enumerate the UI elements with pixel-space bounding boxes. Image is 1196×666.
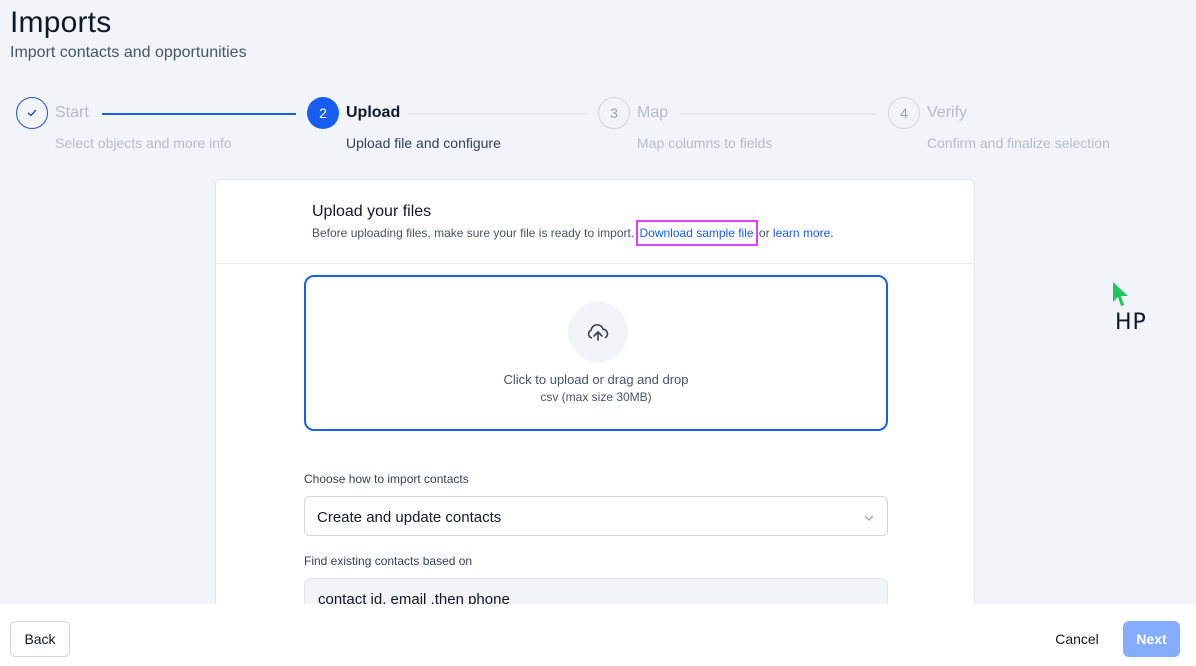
- highlight-box: Download sample file: [635, 220, 758, 246]
- import-mode-select[interactable]: Create and update contacts: [304, 496, 888, 536]
- cancel-button[interactable]: Cancel: [1049, 621, 1105, 657]
- import-mode-label: Choose how to import contacts: [304, 472, 469, 486]
- step-description: Map columns to fields: [637, 135, 773, 151]
- dropzone-instructions: Click to upload or drag and drop: [503, 372, 689, 387]
- card-title: Upload your files: [312, 203, 432, 220]
- learn-more-link[interactable]: learn more: [773, 226, 830, 240]
- next-button[interactable]: Next: [1123, 621, 1180, 657]
- upload-cloud-icon: [568, 302, 628, 362]
- page-header: Imports Import contacts and opportunitie…: [10, 6, 247, 62]
- step-number: 2: [307, 97, 339, 129]
- step-description: Upload file and configure: [346, 135, 501, 151]
- step-title: Upload: [346, 104, 401, 121]
- upload-card: Upload your files Before uploading files…: [215, 179, 975, 609]
- step-connector: [680, 113, 876, 115]
- step-title: Verify: [927, 104, 968, 121]
- file-dropzone[interactable]: Click to upload or drag and drop csv (ma…: [304, 275, 888, 431]
- intro-text: Before uploading files, make sure your f…: [312, 226, 635, 240]
- chevron-down-icon: [863, 511, 875, 529]
- cursor-label: HP: [1115, 310, 1147, 335]
- download-sample-link[interactable]: Download sample file: [640, 226, 754, 240]
- card-description: Before uploading files, make sure your f…: [312, 220, 834, 246]
- footer-bar: Back Cancel Next: [0, 604, 1196, 666]
- dropzone-file-limit: csv (max size 30MB): [540, 390, 652, 404]
- step-title: Start: [55, 104, 89, 121]
- check-icon: [16, 97, 48, 129]
- or-text: or: [758, 226, 770, 240]
- page-subtitle: Import contacts and opportunities: [10, 44, 247, 61]
- find-contacts-label: Find existing contacts based on: [304, 554, 473, 568]
- step-connector: [408, 113, 586, 115]
- period-text: .: [830, 226, 834, 240]
- step-title: Map: [637, 104, 669, 121]
- step-number: 4: [888, 97, 920, 129]
- import-mode-value: Create and update contacts: [317, 509, 502, 526]
- card-header: Upload your files Before uploading files…: [216, 180, 974, 264]
- stepper: Start Select objects and more info 2 Upl…: [16, 97, 1196, 157]
- step-number: 3: [598, 97, 630, 129]
- step-connector: [102, 113, 296, 115]
- page-title: Imports: [10, 6, 112, 39]
- step-description: Confirm and finalize selection: [927, 135, 1110, 151]
- back-button[interactable]: Back: [10, 621, 70, 657]
- step-description: Select objects and more info: [55, 135, 232, 151]
